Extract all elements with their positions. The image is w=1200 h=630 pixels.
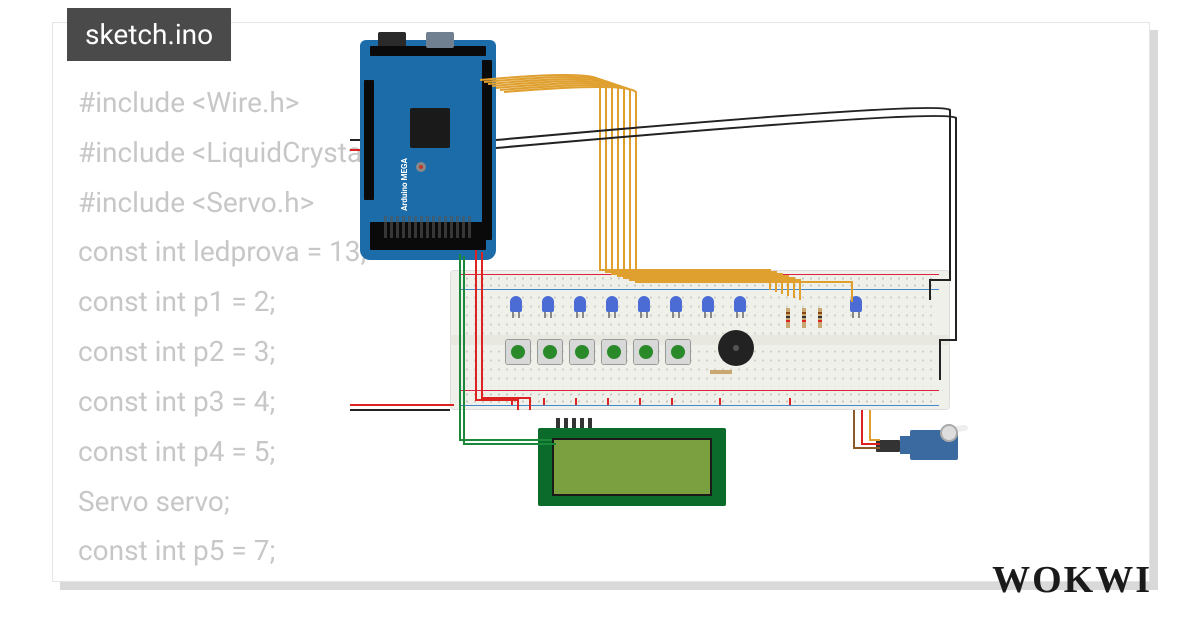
wokwi-logo: WOKWI [992, 558, 1152, 602]
wires [350, 40, 990, 510]
file-tab[interactable]: sketch.ino [67, 8, 231, 61]
circuit-canvas[interactable]: Arduino MEGA [350, 40, 990, 500]
